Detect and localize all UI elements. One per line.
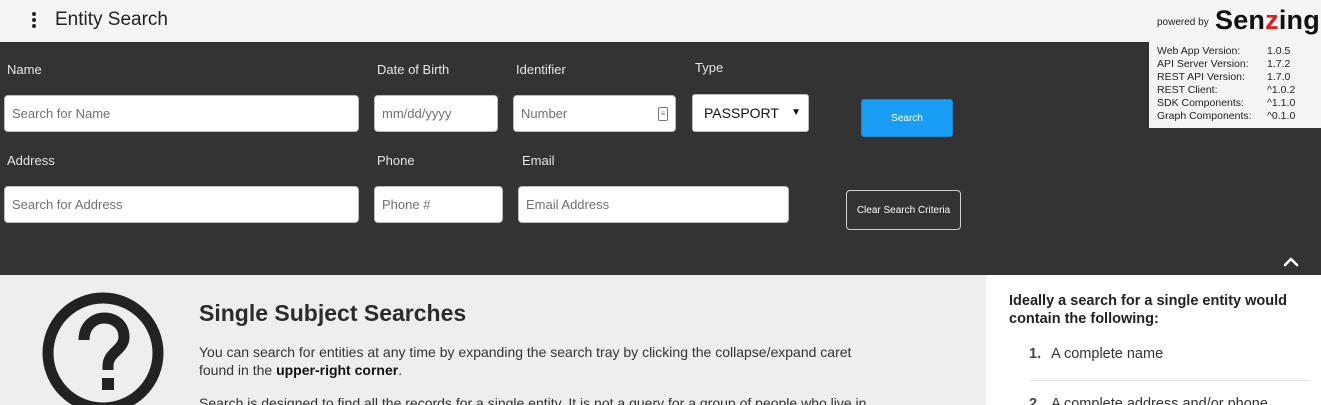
email-input[interactable]: Email Address <box>518 186 789 223</box>
dob-input[interactable]: mm/dd/yyyy <box>374 95 498 132</box>
version-row: REST Client: ^1.0.2 <box>1157 84 1296 96</box>
section-title: Single Subject Searches <box>199 300 467 326</box>
identifier-type-select[interactable]: PASSPORT ▼ <box>692 94 809 132</box>
version-row: Web App Version: 1.0.5 <box>1157 45 1291 57</box>
version-info-panel: Web App Version: 1.0.5 API Server Version… <box>1149 42 1321 128</box>
identifier-input[interactable]: Number ≡ <box>513 95 676 132</box>
name-input[interactable]: Search for Name <box>4 95 359 132</box>
type-label: Type <box>695 60 724 75</box>
version-row: API Server Version: 1.7.2 <box>1157 58 1291 70</box>
email-label: Email <box>522 153 555 168</box>
search-tray-extension <box>1149 128 1321 275</box>
list-item: 1. A complete name <box>1029 346 1164 362</box>
top-bar <box>0 0 1321 42</box>
collapse-caret-icon[interactable] <box>1282 254 1300 268</box>
name-label: Name <box>7 62 42 77</box>
tips-title: Ideally a search for a single entity wou… <box>1009 293 1287 327</box>
chevron-down-icon: ▼ <box>791 107 801 118</box>
search-button[interactable]: Search <box>861 99 953 137</box>
id-card-icon: ≡ <box>658 107 668 121</box>
kebab-menu-icon[interactable] <box>24 10 44 32</box>
dob-label: Date of Birth <box>377 62 450 77</box>
page-title: Entity Search <box>55 9 168 30</box>
senzing-logo: Senzing <box>1215 5 1320 35</box>
address-input[interactable]: Search for Address <box>4 186 359 223</box>
question-mark-icon <box>42 292 164 405</box>
upper-right-corner-emphasis: upper-right corner <box>276 362 399 378</box>
version-row: REST API Version: 1.7.0 <box>1157 71 1291 83</box>
clear-search-button[interactable]: Clear Search Criteria <box>846 190 961 230</box>
version-row: Graph Components: ^0.1.0 <box>1157 110 1296 122</box>
version-row: SDK Components: ^1.1.0 <box>1157 97 1296 109</box>
address-label: Address <box>7 153 55 168</box>
search-tray <box>0 42 1149 275</box>
phone-label: Phone <box>377 153 415 168</box>
powered-by-label: powered by <box>1157 17 1209 28</box>
divider <box>1029 380 1309 381</box>
intro-paragraph: You can search for entities at any time … <box>199 344 852 378</box>
identifier-label: Identifier <box>516 62 566 77</box>
phone-input[interactable]: Phone # <box>374 186 503 223</box>
list-item: 2. A complete address and/or phone <box>1029 396 1268 405</box>
description-paragraph: Search is designed to find all the recor… <box>199 395 867 405</box>
